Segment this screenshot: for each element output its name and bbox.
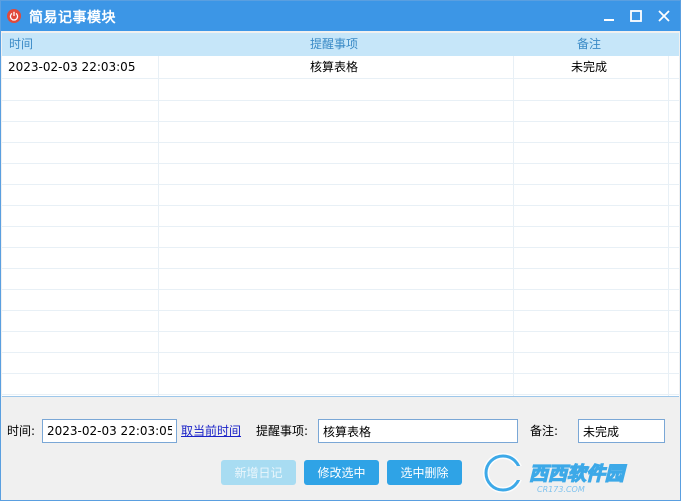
empty-row <box>2 226 679 248</box>
time-input[interactable] <box>42 419 177 443</box>
power-icon <box>7 9 21 23</box>
minimize-icon <box>604 19 614 21</box>
maximize-icon <box>630 10 642 22</box>
empty-row <box>2 247 679 269</box>
svg-text:西西软件园: 西西软件园 <box>529 463 627 485</box>
item-label: 提醒事项: <box>256 424 309 438</box>
maximize-button[interactable] <box>625 5 647 27</box>
empty-row <box>2 121 679 143</box>
watermark-logo-icon: 西西软件园 CR173.COM <box>483 453 628 494</box>
delete-selected-button[interactable]: 选中删除 <box>387 460 462 485</box>
svg-text:CR173.COM: CR173.COM <box>537 485 585 494</box>
empty-row <box>2 163 679 185</box>
cell-note: 未完成 <box>571 60 608 74</box>
empty-row <box>2 184 679 206</box>
empty-row <box>2 289 679 311</box>
close-icon <box>658 10 670 22</box>
item-input[interactable] <box>318 419 518 443</box>
column-header-note[interactable]: 备注 <box>577 33 601 56</box>
title-bar[interactable]: 简易记事模块 <box>1 1 680 31</box>
empty-row <box>2 100 679 122</box>
empty-row <box>2 205 679 227</box>
empty-row <box>2 331 679 353</box>
column-header-item[interactable]: 提醒事项 <box>310 33 358 56</box>
empty-row <box>2 310 679 332</box>
app-window: 简易记事模块 时间 提醒事项 备注 2023-02-03 22:03:05 核算… <box>0 0 681 501</box>
add-note-button[interactable]: 新增日记 <box>221 460 296 485</box>
empty-row <box>2 142 679 164</box>
table-row[interactable]: 2023-02-03 22:03:05 核算表格 未完成 <box>2 57 679 79</box>
time-label: 时间: <box>7 424 36 438</box>
minimize-button[interactable] <box>598 5 620 27</box>
close-button[interactable] <box>653 5 675 27</box>
edit-selected-button[interactable]: 修改选中 <box>304 460 379 485</box>
get-current-time-link[interactable]: 取当前时间 <box>181 420 241 442</box>
notes-grid[interactable]: 时间 提醒事项 备注 2023-02-03 22:03:05 核算表格 未完成 <box>2 33 679 397</box>
window-title: 简易记事模块 <box>29 10 116 26</box>
watermark-logo: 西西软件园 CR173.COM <box>479 448 679 498</box>
grid-header: 时间 提醒事项 备注 <box>2 33 679 56</box>
empty-row <box>2 268 679 290</box>
cell-item: 核算表格 <box>310 60 359 74</box>
empty-row <box>2 79 679 101</box>
empty-row <box>2 352 679 374</box>
note-label: 备注: <box>530 424 559 438</box>
column-header-time[interactable]: 时间 <box>9 33 33 56</box>
note-input[interactable] <box>578 419 665 443</box>
empty-row <box>2 373 679 395</box>
cell-time: 2023-02-03 22:03:05 <box>8 60 136 74</box>
